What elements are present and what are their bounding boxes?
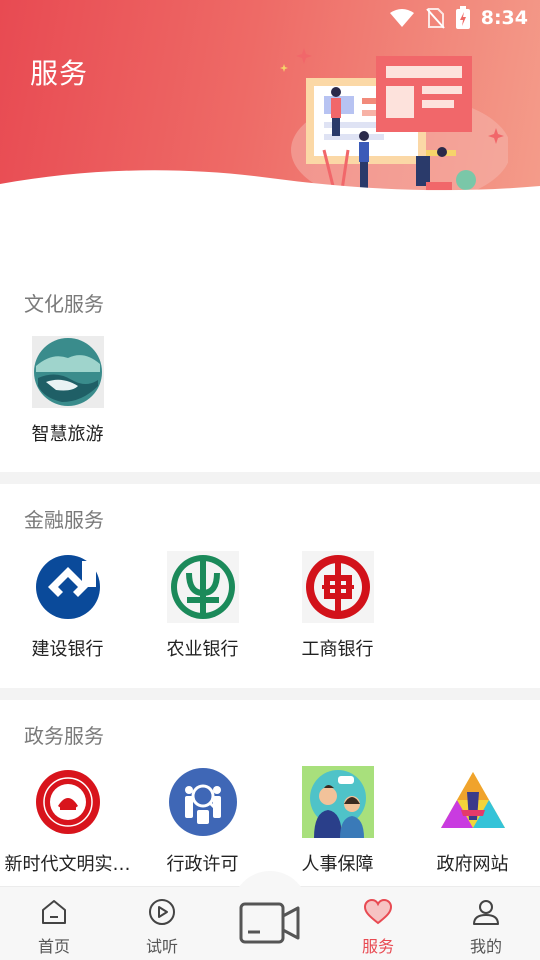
- service-item-smart-tourism[interactable]: 智慧旅游: [0, 336, 135, 446]
- service-item-civilization[interactable]: 新时代文明实…: [0, 766, 135, 876]
- nav-item-service[interactable]: 服务: [338, 897, 418, 957]
- personnel-icon: [301, 766, 374, 838]
- nav-label-listen: 试听: [145, 937, 178, 956]
- service-item-gov-website[interactable]: 政府网站: [405, 766, 540, 876]
- wifi-icon: [389, 9, 414, 27]
- user-icon: [473, 900, 499, 925]
- heart-icon: [363, 898, 393, 925]
- play-icon: [149, 899, 175, 925]
- government-site-icon: [440, 772, 505, 828]
- service-item-label: 政府网站: [436, 854, 509, 875]
- no-sim-icon: [425, 8, 445, 29]
- service-item-label: 行政许可: [166, 854, 239, 875]
- finance-section: 金融服务 建设银行 农业银行 工商银行: [0, 484, 540, 688]
- administrative-license-icon: [168, 768, 237, 836]
- service-item-label: 建设银行: [31, 639, 104, 660]
- service-item-ccb[interactable]: 建设银行: [0, 551, 135, 661]
- status-time: 8:34: [480, 7, 528, 29]
- service-item-label: 人事保障: [301, 854, 374, 875]
- nav-label-service: 服务: [361, 937, 394, 956]
- government-section: 政务服务 新时代文明实… 行政许可 人事保障 政府网站: [0, 700, 540, 886]
- service-item-label: 新时代文明实…: [4, 854, 131, 875]
- section-title-finance: 金融服务: [24, 508, 104, 532]
- page-title: 服务: [30, 57, 89, 90]
- nav-label-home: 首页: [37, 937, 70, 956]
- service-item-label: 智慧旅游: [31, 424, 104, 445]
- nav-item-listen[interactable]: 试听: [122, 897, 202, 957]
- section-divider: [0, 688, 540, 700]
- service-item-icbc[interactable]: 工商银行: [270, 551, 405, 661]
- service-item-label: 工商银行: [301, 639, 374, 660]
- home-icon: [42, 900, 66, 924]
- tourism-landscape-icon: [31, 336, 104, 408]
- nav-item-home[interactable]: 首页: [14, 897, 94, 957]
- culture-section: 文化服务 智慧旅游: [0, 200, 540, 472]
- nav-item-mine[interactable]: 我的: [446, 897, 526, 957]
- ccb-logo-icon: [35, 555, 100, 619]
- section-divider: [0, 472, 540, 484]
- service-item-admin-license[interactable]: 行政许可: [135, 766, 270, 876]
- nav-label-mine: 我的: [469, 937, 502, 956]
- abc-logo-icon: [166, 551, 239, 623]
- header-banner: 8:34 服务: [0, 0, 540, 200]
- section-title-culture: 文化服务: [24, 292, 104, 316]
- icbc-logo-icon: [301, 551, 374, 623]
- battery-charging-icon: [455, 6, 470, 29]
- status-bar: 8:34: [389, 0, 528, 36]
- service-item-label: 农业银行: [166, 639, 239, 660]
- civilization-seal-icon: [35, 770, 100, 834]
- header-wave: [0, 170, 540, 200]
- video-camera-icon[interactable]: [238, 898, 302, 948]
- section-title-government: 政务服务: [24, 724, 104, 748]
- service-item-abc[interactable]: 农业银行: [135, 551, 270, 661]
- service-item-personnel[interactable]: 人事保障: [270, 766, 405, 876]
